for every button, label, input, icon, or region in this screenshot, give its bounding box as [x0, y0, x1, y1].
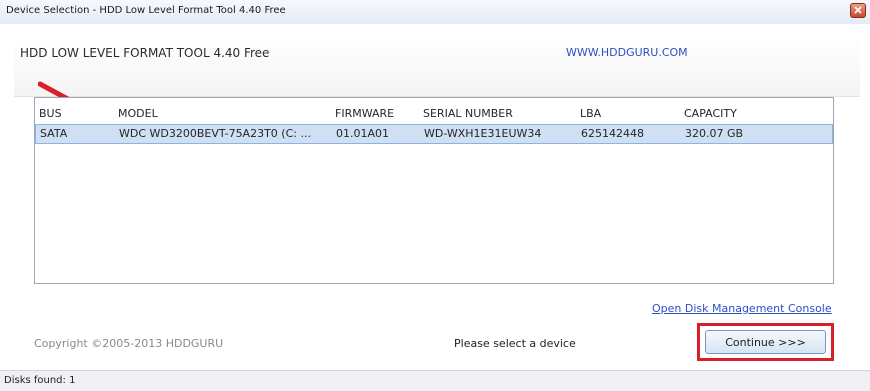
cell-model: WDC WD3200BEVT-75A23T0 (C: ... [119, 127, 311, 140]
column-header-firmware[interactable]: FIRMWARE [335, 107, 394, 120]
column-header-bus[interactable]: BUS [39, 107, 62, 120]
dialog-body: HDD LOW LEVEL FORMAT TOOL 4.40 Free WWW.… [0, 24, 870, 370]
cell-bus: SATA [40, 127, 68, 140]
cell-serial: WD-WXH1E31EUW34 [424, 127, 542, 140]
column-header-capacity[interactable]: CAPACITY [684, 107, 737, 120]
table-row[interactable]: SATA WDC WD3200BEVT-75A23T0 (C: ... 01.0… [35, 124, 833, 144]
website-link[interactable]: WWW.HDDGURU.COM [566, 46, 688, 59]
window-title: Device Selection - HDD Low Level Format … [6, 5, 286, 16]
disk-management-link[interactable]: Open Disk Management Console [652, 302, 832, 315]
app-name: HDD LOW LEVEL FORMAT TOOL 4.40 Free [20, 46, 270, 60]
header-banner: HDD LOW LEVEL FORMAT TOOL 4.40 Free WWW.… [14, 36, 860, 97]
title-bar: Device Selection - HDD Low Level Format … [0, 0, 870, 25]
column-header-lba[interactable]: LBA [580, 107, 601, 120]
status-message: Please select a device [454, 337, 576, 350]
close-icon [854, 6, 862, 14]
table-header: BUS MODEL FIRMWARE SERIAL NUMBER LBA CAP… [35, 104, 833, 124]
column-header-serial[interactable]: SERIAL NUMBER [423, 107, 513, 120]
disks-found-text: Disks found: 1 [4, 375, 76, 386]
device-table: BUS MODEL FIRMWARE SERIAL NUMBER LBA CAP… [34, 97, 834, 284]
cell-firmware: 01.01A01 [336, 127, 390, 140]
cell-capacity: 320.07 GB [685, 127, 744, 140]
column-header-model[interactable]: MODEL [118, 107, 158, 120]
cell-lba: 625142448 [581, 127, 644, 140]
close-button[interactable] [850, 3, 866, 18]
status-bar: Disks found: 1 [0, 370, 870, 391]
continue-button[interactable]: Continue >>> [705, 330, 826, 354]
copyright-text: Copyright ©2005-2013 HDDGURU [34, 337, 224, 350]
